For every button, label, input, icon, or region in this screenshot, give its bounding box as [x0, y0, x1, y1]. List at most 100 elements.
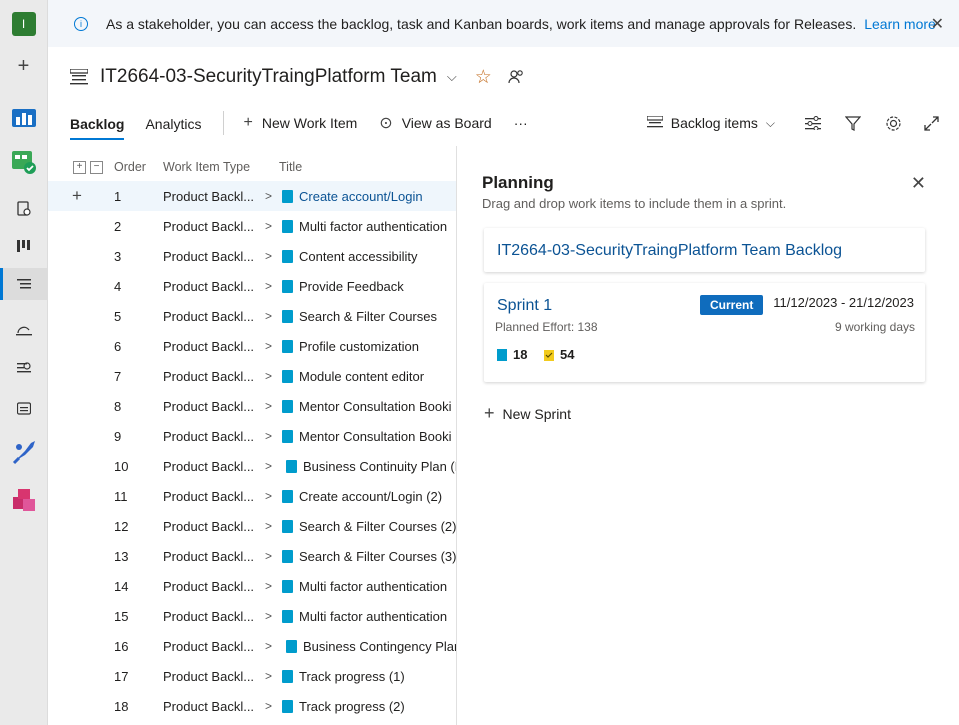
favorite-star-icon[interactable]: ☆ — [475, 66, 492, 89]
sprints-icon — [15, 326, 32, 336]
chevron-right-icon[interactable]: > — [265, 609, 272, 623]
column-header-type[interactable]: Work Item Type — [163, 160, 250, 174]
delivery-plans-nav-icon[interactable] — [0, 392, 47, 424]
chevron-right-icon[interactable]: > — [265, 279, 272, 293]
team-backlog-card[interactable]: IT2664-03-SecurityTraingPlatform Team Ba… — [484, 228, 925, 272]
row-title[interactable]: Create account/Login — [299, 189, 423, 204]
chevron-right-icon[interactable]: > — [265, 249, 272, 263]
row-title[interactable]: Track progress (2) — [299, 699, 405, 714]
row-title[interactable]: Content accessibility — [299, 249, 418, 264]
chevron-right-icon[interactable]: > — [265, 309, 272, 323]
row-title[interactable]: Track progress (1) — [299, 669, 405, 684]
work-items-icon[interactable] — [0, 192, 47, 224]
chevron-down-icon[interactable]: ⌵ — [447, 69, 457, 85]
close-icon[interactable]: ✕ — [911, 173, 926, 194]
table-row[interactable]: 7 Product Backl... > Module content editor — [48, 361, 456, 391]
row-title[interactable]: Search & Filter Courses (2) — [299, 519, 456, 534]
sprint-card[interactable]: Sprint 1 Current 11/12/2023 - 21/12/2023… — [484, 283, 925, 382]
chevron-right-icon[interactable]: > — [265, 669, 272, 683]
table-row[interactable]: 4 Product Backl... > Provide Feedback — [48, 271, 456, 301]
gear-icon[interactable] — [885, 115, 902, 132]
table-row[interactable]: 11 Product Backl... > Create account/Login … — [48, 481, 456, 511]
table-row[interactable]: 17 Product Backl... > Track progress (1) — [48, 661, 456, 691]
chevron-right-icon[interactable]: > — [265, 399, 272, 413]
chevron-right-icon[interactable]: > — [265, 369, 272, 383]
filter-icon[interactable] — [845, 115, 861, 131]
table-row[interactable]: 9 Product Backl... > Mentor Consultation Bo… — [48, 421, 456, 451]
row-title[interactable]: Search & Filter Courses — [299, 309, 437, 324]
row-order: 11 — [114, 488, 128, 504]
team-title[interactable]: IT2664-03-SecurityTraingPlatform Team — [100, 66, 437, 88]
column-header-title[interactable]: Title — [279, 160, 302, 174]
sprints-nav-icon[interactable] — [0, 314, 47, 346]
more-actions-button[interactable]: ··· — [514, 115, 528, 131]
chevron-right-icon[interactable]: > — [265, 189, 272, 203]
artifacts-icon[interactable] — [0, 484, 47, 516]
table-row[interactable]: 5 Product Backl... > Search & Filter Course… — [48, 301, 456, 331]
row-type: Product Backl... — [163, 308, 255, 324]
tab-analytics[interactable]: Analytics — [145, 106, 201, 140]
view-options-icon[interactable] — [805, 116, 821, 130]
table-row[interactable]: 6 Product Backl... > Profile customization — [48, 331, 456, 361]
backlogs-nav-icon[interactable] — [0, 268, 47, 300]
new-sprint-button[interactable]: + New Sprint — [484, 403, 571, 424]
chevron-right-icon[interactable]: > — [265, 579, 272, 593]
chevron-right-icon[interactable]: > — [265, 459, 272, 473]
row-title[interactable]: Multi factor authentication — [299, 579, 447, 594]
learn-more-link[interactable]: Learn more — [864, 16, 936, 32]
tab-backlog[interactable]: Backlog — [70, 106, 125, 140]
row-order: 9 — [114, 428, 122, 444]
chevron-right-icon[interactable]: > — [265, 549, 272, 563]
row-title[interactable]: Mentor Consultation Booki — [299, 429, 451, 444]
table-row[interactable]: 16 Product Backl... > Business Contingency … — [48, 631, 456, 661]
table-row[interactable]: 14 Product Backl... > Multi factor authenti… — [48, 571, 456, 601]
table-row[interactable]: 18 Product Backl... > Track progress (2) — [48, 691, 456, 721]
backlog-item-icon — [286, 459, 297, 473]
chevron-right-icon[interactable]: > — [265, 489, 272, 503]
view-as-board-button[interactable]: ⊙ View as Board — [379, 113, 491, 133]
chevron-right-icon[interactable]: > — [265, 519, 272, 533]
queries-nav-icon[interactable] — [0, 352, 47, 384]
chevron-right-icon[interactable]: > — [265, 429, 272, 443]
table-row[interactable]: 13 Product Backl... > Search & Filter Cours… — [48, 541, 456, 571]
expand-all-icon[interactable]: + — [73, 160, 86, 174]
collapse-all-icon[interactable]: − — [90, 160, 103, 174]
table-row[interactable]: 10 Product Backl... > Business Continuity P… — [48, 451, 456, 481]
team-backlog-link[interactable]: IT2664-03-SecurityTraingPlatform Team Ba… — [497, 242, 842, 260]
team-members-icon[interactable] — [508, 69, 524, 85]
chevron-right-icon[interactable]: > — [265, 339, 272, 353]
sprint-name[interactable]: Sprint 1 — [497, 297, 552, 315]
expand-icon[interactable] — [924, 115, 939, 131]
chevron-right-icon[interactable]: > — [265, 219, 272, 233]
pipelines-icon[interactable] — [0, 436, 47, 468]
row-title[interactable]: Profile customization — [299, 339, 419, 354]
org-avatar[interactable]: I — [0, 8, 47, 40]
add-icon[interactable]: + — [0, 50, 47, 82]
new-work-item-button[interactable]: + New Work Item — [244, 114, 358, 132]
backlog-level-dropdown[interactable]: Backlog items ⌵ — [646, 115, 775, 131]
table-row[interactable]: 12 Product Backl... > Search & Filter Cours… — [48, 511, 456, 541]
add-child-icon[interactable]: + — [72, 186, 82, 206]
table-row[interactable]: 8 Product Backl... > Mentor Consultation Bo… — [48, 391, 456, 421]
row-title[interactable]: Multi factor authentication — [299, 609, 447, 624]
row-title[interactable]: Provide Feedback — [299, 279, 404, 294]
row-type: Product Backl... — [163, 698, 255, 714]
table-row[interactable]: 2 Product Backl... > Multi factor authentic… — [48, 211, 456, 241]
chevron-right-icon[interactable]: > — [265, 639, 272, 653]
chevron-right-icon[interactable]: > — [265, 699, 272, 713]
row-title[interactable]: Mentor Consultation Booki — [299, 399, 451, 414]
overview-icon[interactable] — [0, 101, 47, 133]
column-header-order[interactable]: Order — [114, 160, 146, 174]
row-title[interactable]: Business Continuity Plan (E — [303, 459, 456, 474]
boards-nav-icon[interactable] — [0, 230, 47, 262]
row-title[interactable]: Search & Filter Courses (3) — [299, 549, 456, 564]
table-row[interactable]: +1 Product Backl... > Create account/Login — [48, 181, 456, 211]
close-icon[interactable]: ✕ — [931, 14, 944, 34]
row-title[interactable]: Module content editor — [299, 369, 424, 384]
row-title[interactable]: Create account/Login (2) — [299, 489, 442, 504]
row-title[interactable]: Multi factor authentication — [299, 219, 447, 234]
table-row[interactable]: 3 Product Backl... > Content accessibility — [48, 241, 456, 271]
row-title[interactable]: Business Contingency Plar — [303, 639, 456, 654]
boards-icon[interactable] — [0, 146, 47, 178]
table-row[interactable]: 15 Product Backl... > Multi factor authenti… — [48, 601, 456, 631]
